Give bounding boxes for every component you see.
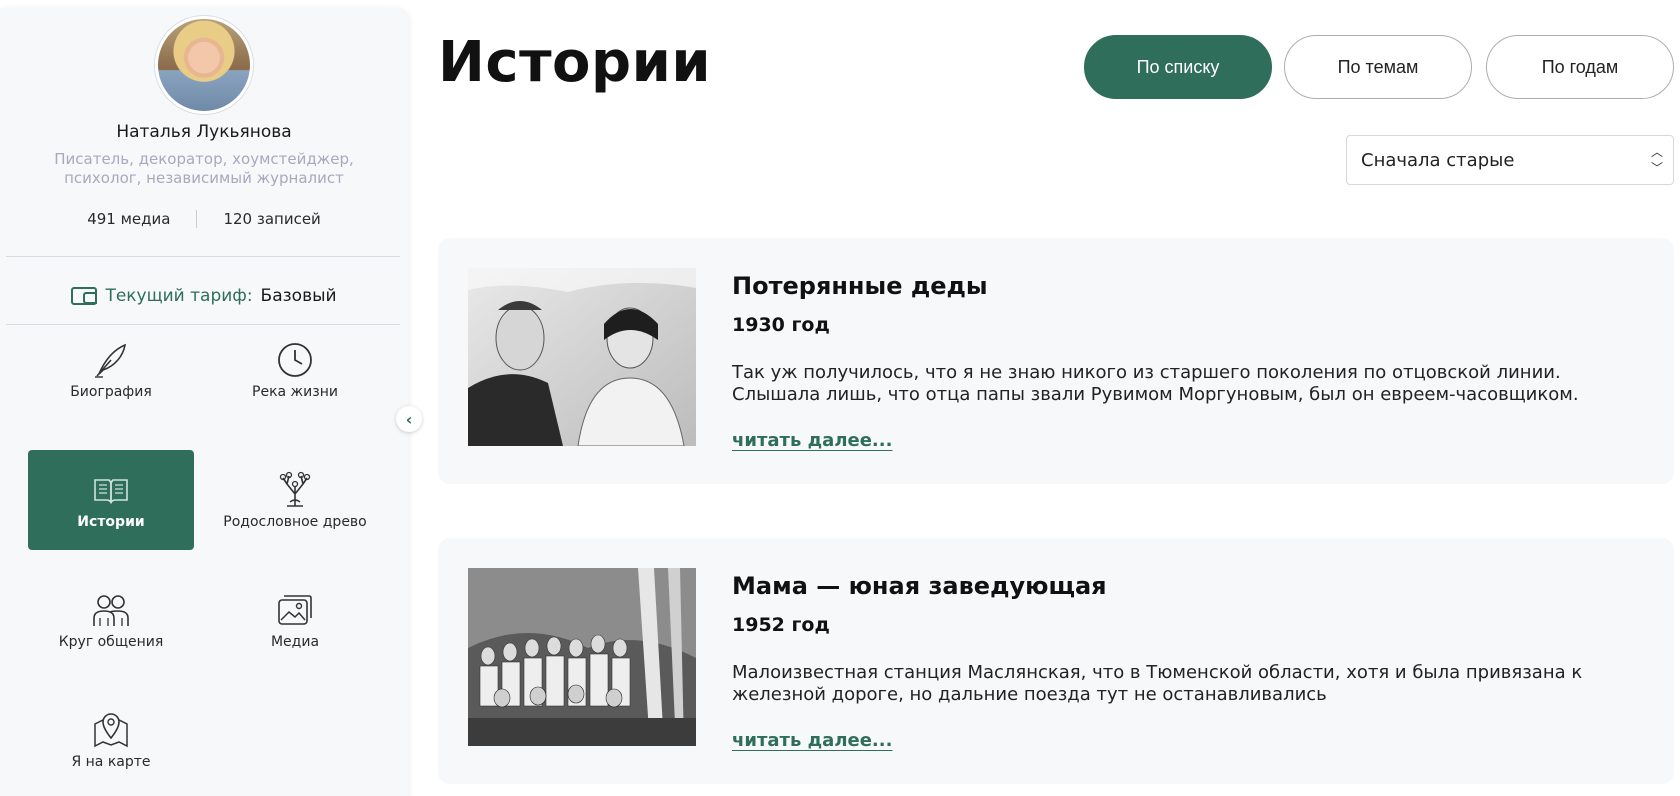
people-icon: [93, 595, 129, 626]
nav-item-river[interactable]: Река жизни: [212, 340, 378, 440]
nav-item-map[interactable]: Я на карте: [28, 710, 194, 796]
feather-pen-icon: [95, 343, 127, 378]
story-photo[interactable]: [468, 568, 696, 746]
open-book-icon: [94, 479, 128, 504]
collapse-sidebar-button[interactable]: ‹: [396, 406, 422, 432]
sidebar: Наталья Лукьянова Писатель, декоратор, х…: [0, 8, 408, 796]
sort-arrows-icon: ︿ ﹀: [1650, 145, 1663, 175]
sort-value: Сначала старые: [1361, 149, 1515, 171]
story-excerpt: Малоизвестная станция Маслянская, что в …: [732, 662, 1583, 705]
nav-item-label: Круг общения: [58, 634, 164, 650]
read-more-link[interactable]: читать далее...: [732, 730, 892, 751]
nav-item-label: Биография: [70, 384, 152, 400]
divider: [6, 256, 400, 257]
page-title: Истории: [438, 30, 712, 95]
story-photo[interactable]: [468, 268, 696, 446]
nav-item-label: Река жизни: [252, 384, 338, 400]
media-count[interactable]: 491 медиа: [87, 210, 170, 228]
map-pin-icon: [94, 713, 128, 748]
story-year: 1952 год: [732, 614, 830, 636]
sort-select[interactable]: Сначала старые ︿ ﹀: [1346, 135, 1674, 185]
tariff-label: Текущий тариф:: [105, 286, 253, 306]
user-name: Наталья Лукьянова: [116, 122, 292, 142]
records-count[interactable]: 120 записей: [223, 210, 320, 228]
tariff-value: Базовый: [260, 286, 337, 306]
nav-item-label: Медиа: [270, 634, 320, 650]
read-more-link[interactable]: читать далее...: [732, 430, 892, 451]
view-list-button[interactable]: По списку: [1084, 35, 1272, 99]
profile-stats: 491 медиа 120 записей: [0, 210, 408, 228]
view-topics-button[interactable]: По темам: [1284, 35, 1472, 99]
nav-item-biography[interactable]: Биография: [28, 340, 194, 440]
divider: [6, 324, 400, 325]
avatar[interactable]: [155, 16, 253, 114]
stats-separator: [196, 210, 198, 228]
story-card[interactable]: Потерянные деды 1930 год Так уж получило…: [438, 238, 1674, 484]
wallet-icon: [71, 287, 98, 305]
view-years-button[interactable]: По годам: [1486, 35, 1674, 99]
nav-item-tree[interactable]: Родословное древо: [212, 470, 378, 570]
gallery-icon: [278, 595, 312, 625]
nav-item-label: Истории: [77, 514, 145, 530]
nav-item-stories[interactable]: Истории: [28, 450, 194, 550]
story-title[interactable]: Мама — юная заведующая: [732, 572, 1107, 600]
story-excerpt: Так уж получилось, что я не знаю никого …: [732, 362, 1579, 405]
nav-item-circle[interactable]: Круг общения: [28, 590, 194, 690]
chevron-left-icon: ‹: [405, 409, 413, 429]
story-year: 1930 год: [732, 314, 830, 336]
story-title[interactable]: Потерянные деды: [732, 272, 988, 300]
nav-item-media[interactable]: Медиа: [212, 590, 378, 690]
family-tree-icon: [279, 471, 311, 507]
story-card[interactable]: Мама — юная заведующая 1952 год Малоизве…: [438, 538, 1674, 784]
nav-item-label: Родословное древо: [223, 514, 367, 530]
nav-item-label: Я на карте: [71, 754, 151, 770]
user-description: Писатель, декоратор, хоумстейджер, психо…: [54, 150, 354, 187]
tariff-info[interactable]: Текущий тариф: Базовый: [0, 286, 408, 306]
clock-icon: [278, 343, 312, 377]
